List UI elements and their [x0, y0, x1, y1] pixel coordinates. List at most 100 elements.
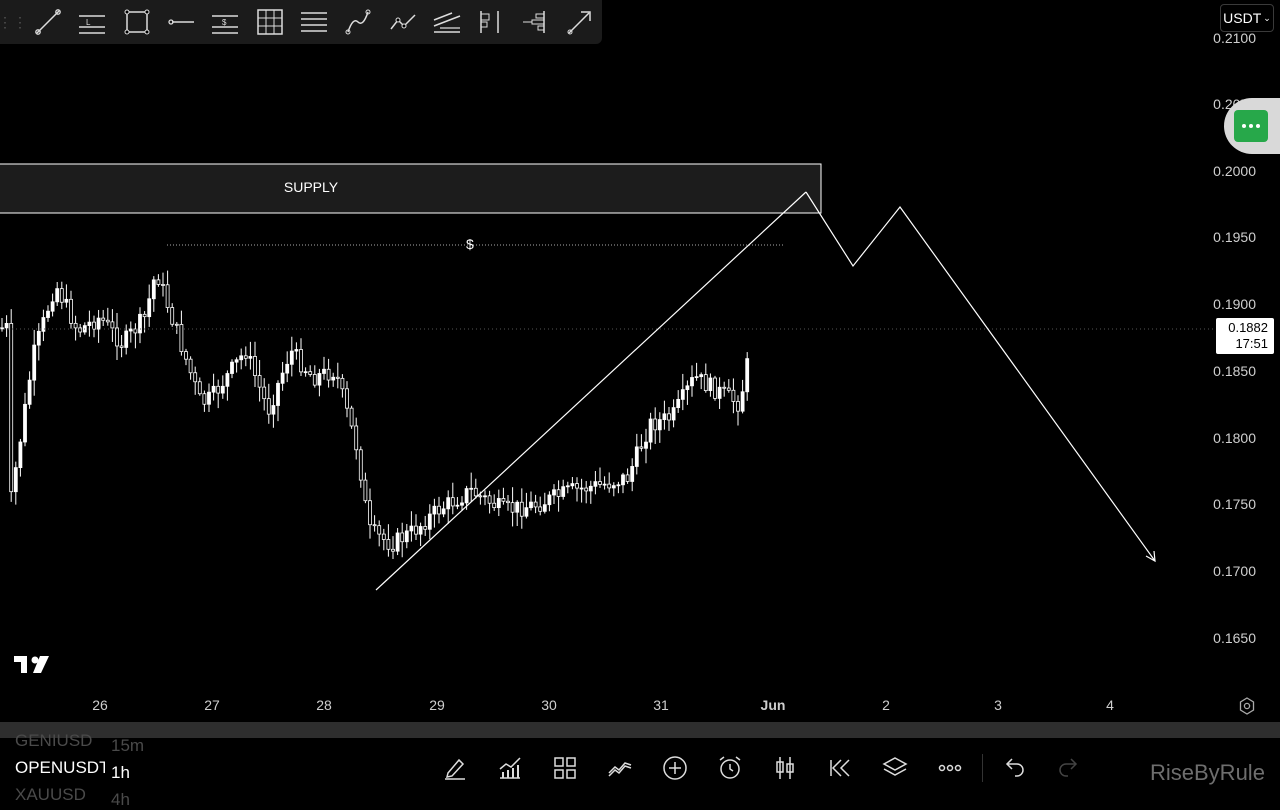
compare-icon: [608, 762, 632, 777]
long-position-tool-button[interactable]: [469, 0, 513, 44]
compare-button[interactable]: [604, 752, 636, 784]
chart-scrollbar[interactable]: [0, 722, 1280, 738]
polyline-icon: [389, 14, 416, 30]
time-label: 29: [429, 697, 445, 713]
watchlist-timeframe: 15m: [111, 736, 145, 755]
watchlist-item-active[interactable]: OPENUSDT 1h: [15, 758, 130, 783]
candle-body: [331, 376, 336, 381]
chart-more-fab[interactable]: [1224, 98, 1280, 154]
candle-body: [133, 328, 138, 334]
candle-body: [639, 446, 644, 449]
undo-button[interactable]: [998, 752, 1030, 784]
curve-tool-button[interactable]: [336, 0, 380, 44]
candle-body: [377, 525, 382, 535]
candle-body: [565, 485, 570, 488]
watermark-text: RiseByRule: [1150, 760, 1265, 785]
candle-body: [354, 425, 359, 451]
candles-icon: [776, 757, 794, 779]
watchlist-item[interactable]: XAUUSD 4h: [15, 785, 130, 810]
price-label-tool-button[interactable]: L: [70, 0, 114, 44]
more-button[interactable]: [934, 752, 966, 784]
candle-body: [335, 376, 340, 379]
candle-body: [496, 498, 501, 509]
candle-body: [317, 373, 322, 386]
path-tool-button[interactable]: [380, 0, 424, 44]
replay-button[interactable]: [824, 752, 856, 784]
candle-body: [211, 385, 216, 393]
candle-body: [616, 484, 621, 487]
candle-body: [280, 372, 285, 384]
chart-type-button[interactable]: [769, 752, 801, 784]
candle-body: [165, 284, 170, 308]
layouts-button[interactable]: [549, 752, 581, 784]
candle-body: [105, 319, 110, 323]
parallel-lines-tool-button[interactable]: [292, 0, 336, 44]
candle-body: [345, 388, 349, 409]
watchlist-item[interactable]: GENIUSD 15m: [15, 731, 144, 756]
time-label: 26: [92, 697, 108, 713]
candle-body: [736, 401, 740, 412]
more-icon: [938, 764, 962, 772]
grid-tool-button[interactable]: [247, 0, 291, 44]
horizontal-ray-tool-button[interactable]: [159, 0, 203, 44]
candle-body: [414, 525, 418, 535]
candle-body: [161, 284, 165, 286]
candle-body: [257, 375, 262, 388]
toolbar-drag-handle-icon[interactable]: ⋮⋮: [0, 14, 27, 31]
object-tree-button[interactable]: [879, 752, 911, 784]
price-label: 0.2000: [1213, 163, 1256, 179]
candle-countdown: 17:51: [1235, 336, 1268, 351]
volume-profile-tool-button[interactable]: [513, 0, 557, 44]
candle-body: [492, 502, 497, 509]
candle-body: [501, 498, 506, 502]
candle-body: [174, 323, 179, 326]
time-label: 4: [1106, 697, 1114, 713]
regression-tool-button[interactable]: [425, 0, 469, 44]
indicators-button[interactable]: [494, 752, 526, 784]
candle-body: [621, 474, 625, 486]
dollar-level-tool-button[interactable]: $: [203, 0, 247, 44]
candle-body: [271, 405, 276, 415]
draw-button[interactable]: [439, 752, 471, 784]
candle-body: [667, 413, 671, 421]
candle-body: [671, 407, 676, 421]
candle-body: [432, 505, 437, 515]
dollar-level-icon: $: [212, 15, 239, 34]
alert-button[interactable]: [714, 752, 746, 784]
candle-body: [703, 374, 708, 392]
trend-line-tool-button[interactable]: [26, 0, 70, 44]
candle-body: [598, 481, 602, 485]
currency-select[interactable]: USDT ⌄: [1220, 4, 1274, 32]
candle-body: [358, 449, 363, 481]
watchlist-timeframe: 1h: [111, 763, 130, 782]
time-label: 28: [316, 697, 332, 713]
chart-settings-icon[interactable]: [1238, 697, 1256, 715]
arrow-icon: [567, 11, 591, 35]
rectangle-tool-button[interactable]: [115, 0, 159, 44]
candle-body: [584, 487, 589, 492]
candle-body: [207, 391, 211, 405]
candle-body: [575, 483, 579, 489]
arrow-tool-button[interactable]: [558, 0, 602, 44]
candle-body: [69, 298, 73, 324]
candle-body: [644, 441, 648, 449]
watchlist-timeframe: 4h: [111, 790, 130, 809]
candle-body: [124, 330, 129, 348]
candle-body: [46, 310, 50, 318]
candle-body: [473, 487, 478, 497]
candle-body: [427, 513, 432, 530]
parallel-lines-icon: [300, 12, 327, 32]
candle-body: [9, 323, 14, 493]
price-chart[interactable]: [0, 0, 1280, 720]
dollar-level-tool-text: $: [222, 18, 227, 27]
layers-icon: [882, 757, 908, 776]
supply-zone-label: SUPPLY: [283, 179, 339, 195]
redo-button[interactable]: [1053, 752, 1085, 784]
add-button[interactable]: [659, 752, 691, 784]
time-label: 3: [994, 697, 1002, 713]
grid-layout-icon: [554, 757, 576, 779]
candle-body: [138, 313, 142, 334]
candle-body: [607, 483, 612, 489]
candle-body: [542, 504, 547, 512]
tradingview-logo: [14, 656, 49, 673]
